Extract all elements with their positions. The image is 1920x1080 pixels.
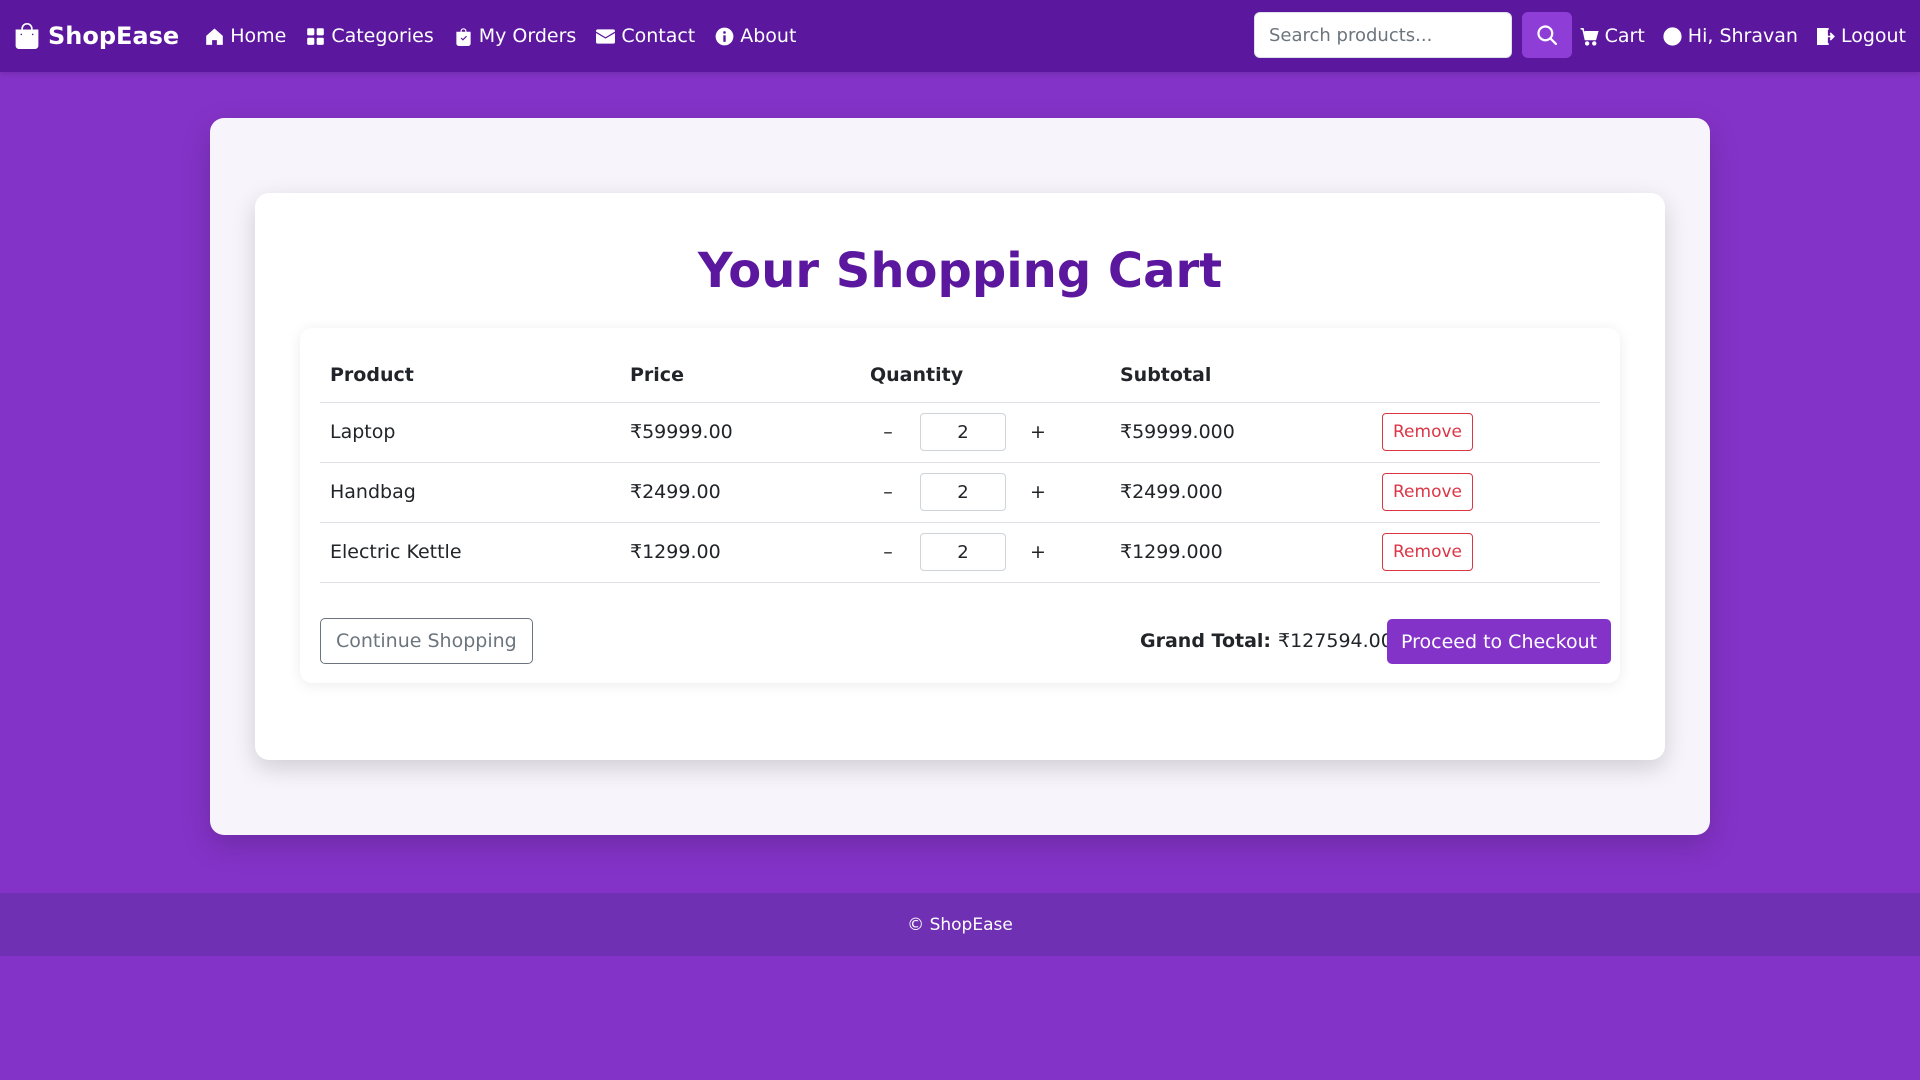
quantity-stepper: – + bbox=[870, 413, 1110, 451]
column-header-price: Price bbox=[620, 348, 860, 403]
cart-card: Your Shopping Cart Product Price Quantit… bbox=[255, 193, 1665, 760]
table-row: Electric Kettle ₹1299.00 – + ₹1299.000 R… bbox=[320, 522, 1600, 583]
shopping-bag-icon bbox=[15, 23, 39, 49]
nav-my-orders[interactable]: My Orders bbox=[454, 25, 577, 47]
person-circle-icon bbox=[1663, 26, 1682, 46]
nav-my-orders-label: My Orders bbox=[478, 25, 577, 47]
nav-contact[interactable]: Contact bbox=[596, 25, 695, 47]
continue-shopping-button[interactable]: Continue Shopping bbox=[320, 618, 533, 664]
nav-logout[interactable]: Logout bbox=[1816, 25, 1906, 47]
table-row: Laptop ₹59999.00 – + ₹59999.000 Remove bbox=[320, 402, 1600, 463]
nav-links: Home Categories My Orders Contact About bbox=[205, 25, 796, 47]
proceed-to-checkout-button[interactable]: Proceed to Checkout bbox=[1387, 619, 1612, 664]
brand-logo[interactable]: ShopEase bbox=[14, 22, 179, 50]
increase-quantity-button[interactable]: + bbox=[1020, 474, 1056, 510]
nav-about-label: About bbox=[740, 25, 797, 47]
cart-table: Product Price Quantity Subtotal Laptop ₹… bbox=[320, 348, 1600, 583]
product-name: Electric Kettle bbox=[320, 522, 620, 583]
remove-button[interactable]: Remove bbox=[1382, 413, 1473, 451]
quantity-cell: – + bbox=[860, 522, 1110, 583]
nav-right: Cart Hi, Shravan Logout bbox=[1580, 0, 1906, 72]
product-name: Handbag bbox=[320, 462, 620, 523]
actions-cell: Remove bbox=[1372, 402, 1600, 463]
remove-button[interactable]: Remove bbox=[1382, 473, 1473, 511]
nav-contact-label: Contact bbox=[621, 25, 696, 47]
actions-cell: Remove bbox=[1372, 462, 1600, 523]
search-input[interactable] bbox=[1254, 12, 1512, 58]
nav-home[interactable]: Home bbox=[205, 25, 286, 47]
decrease-quantity-button[interactable]: – bbox=[870, 414, 906, 450]
page-title: Your Shopping Cart bbox=[697, 243, 1223, 299]
product-subtotal: ₹1299.000 bbox=[1110, 522, 1372, 583]
nav-cart[interactable]: Cart bbox=[1580, 25, 1645, 47]
quantity-cell: – + bbox=[860, 402, 1110, 463]
envelope-icon bbox=[596, 28, 616, 44]
product-subtotal: ₹2499.000 bbox=[1110, 462, 1372, 523]
nav-about[interactable]: About bbox=[715, 25, 796, 47]
bag-check-icon bbox=[456, 27, 471, 46]
nav-logout-label: Logout bbox=[1840, 25, 1906, 47]
product-price: ₹1299.00 bbox=[620, 522, 860, 583]
page-container: Your Shopping Cart Product Price Quantit… bbox=[210, 118, 1710, 835]
quantity-stepper: – + bbox=[870, 473, 1110, 511]
house-icon bbox=[206, 28, 224, 45]
product-subtotal: ₹59999.000 bbox=[1110, 402, 1372, 463]
decrease-quantity-button[interactable]: – bbox=[870, 534, 906, 570]
nav-user-label: Hi, Shravan bbox=[1687, 25, 1798, 47]
quantity-input[interactable] bbox=[920, 413, 1006, 451]
table-row: Handbag ₹2499.00 – + ₹2499.000 Remove bbox=[320, 462, 1600, 523]
grid-icon bbox=[307, 27, 325, 45]
search-form bbox=[1254, 12, 1572, 58]
search-button[interactable] bbox=[1522, 12, 1572, 58]
increase-quantity-button[interactable]: + bbox=[1020, 414, 1056, 450]
table-header-row: Product Price Quantity Subtotal bbox=[320, 348, 1600, 403]
grand-total-value: ₹127594.00 bbox=[1278, 630, 1393, 652]
actions-cell: Remove bbox=[1372, 522, 1600, 583]
product-name: Laptop bbox=[320, 402, 620, 463]
grand-total-label: Grand Total: bbox=[1140, 630, 1272, 652]
logout-icon bbox=[1816, 27, 1835, 45]
nav-home-label: Home bbox=[230, 25, 287, 47]
quantity-input[interactable] bbox=[920, 533, 1006, 571]
column-header-actions bbox=[1372, 348, 1600, 403]
quantity-input[interactable] bbox=[920, 473, 1006, 511]
cart-table-card: Product Price Quantity Subtotal Laptop ₹… bbox=[300, 328, 1620, 683]
product-price: ₹59999.00 bbox=[620, 402, 860, 463]
column-header-quantity: Quantity bbox=[860, 348, 1110, 403]
nav-user[interactable]: Hi, Shravan bbox=[1663, 25, 1798, 47]
product-price: ₹2499.00 bbox=[620, 462, 860, 523]
decrease-quantity-button[interactable]: – bbox=[870, 474, 906, 510]
quantity-cell: – + bbox=[860, 462, 1110, 523]
nav-categories-label: Categories bbox=[331, 25, 434, 47]
quantity-stepper: – + bbox=[870, 533, 1110, 571]
increase-quantity-button[interactable]: + bbox=[1020, 534, 1056, 570]
remove-button[interactable]: Remove bbox=[1382, 533, 1473, 571]
cart-icon bbox=[1580, 27, 1599, 46]
info-circle-icon bbox=[715, 27, 734, 45]
nav-categories[interactable]: Categories bbox=[306, 25, 434, 47]
footer-text: © ShopEase bbox=[907, 914, 1013, 935]
brand-name: ShopEase bbox=[48, 22, 180, 50]
column-header-subtotal: Subtotal bbox=[1110, 348, 1372, 403]
footer: © ShopEase bbox=[0, 893, 1920, 956]
nav-cart-label: Cart bbox=[1604, 25, 1645, 47]
search-icon bbox=[1537, 25, 1558, 46]
top-navbar: ShopEase Home Categories My Orders Conta… bbox=[0, 0, 1920, 72]
column-header-product: Product bbox=[320, 348, 620, 403]
